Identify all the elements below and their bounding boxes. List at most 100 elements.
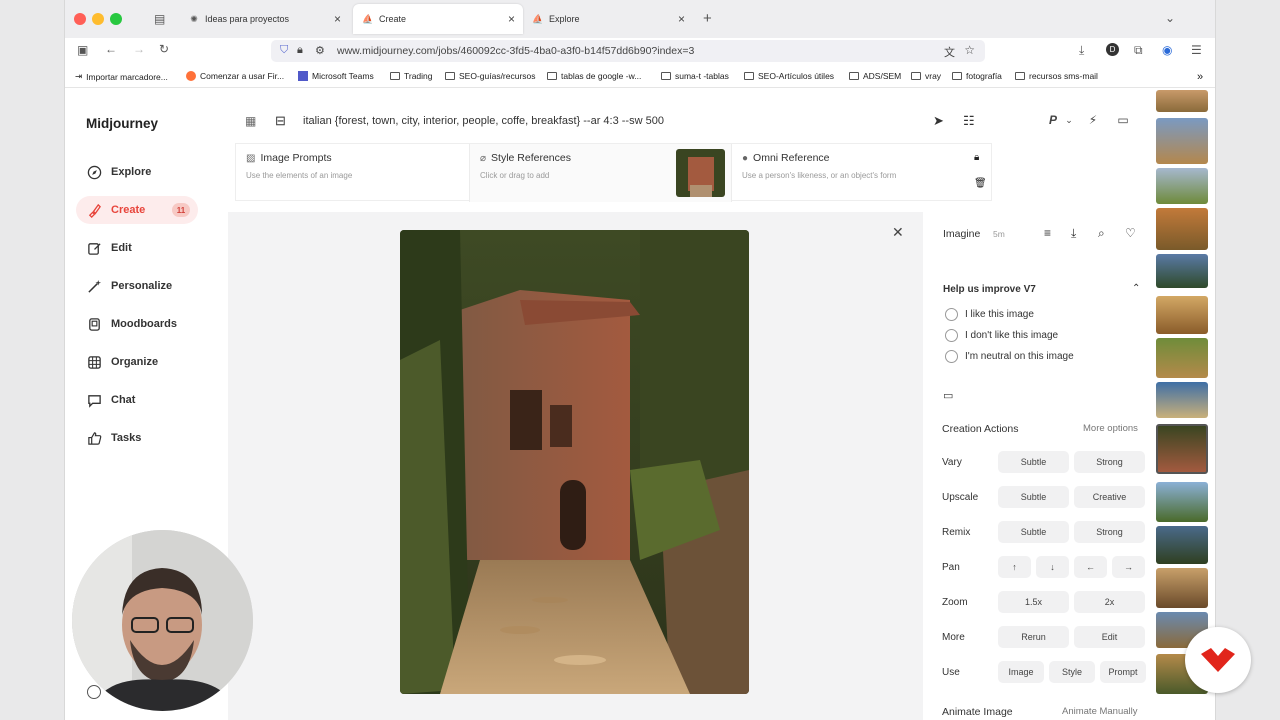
minimize-window-button[interactable] [92, 13, 104, 25]
star-icon[interactable]: ☆ [964, 43, 975, 57]
upscale-creative-button[interactable]: Creative [1074, 486, 1145, 508]
feedback-option[interactable]: I'm neutral on this image [965, 351, 1074, 362]
use-image-button[interactable]: Image [998, 661, 1044, 683]
history-thumbnail[interactable] [1156, 118, 1208, 164]
sidebar-item-explore[interactable]: Explore [76, 158, 198, 186]
layout-icon[interactable]: ▦ [245, 114, 256, 128]
remix-strong-button[interactable]: Strong [1074, 521, 1145, 543]
settings-sliders-icon[interactable]: ☷ [963, 113, 975, 129]
close-tab-icon[interactable]: × [508, 12, 515, 26]
chevron-up-icon[interactable]: ⌃ [1132, 283, 1140, 294]
sidebar-item-organize[interactable]: Organize [76, 348, 198, 376]
list-icon[interactable]: ≡ [1044, 226, 1051, 240]
prompt-input[interactable]: italian {forest, town, city, interior, p… [303, 115, 664, 127]
pan-down-button[interactable]: ↓ [1036, 556, 1069, 578]
remix-subtle-button[interactable]: Subtle [998, 521, 1069, 543]
zoom-2x-button[interactable]: 2x [1074, 591, 1145, 613]
sidebar-item-moodboards[interactable]: Moodboards [76, 310, 198, 338]
history-thumbnail[interactable] [1156, 296, 1208, 334]
back-icon[interactable]: ← [105, 42, 117, 56]
chat-bubble-icon[interactable]: ▭ [1114, 111, 1132, 129]
use-prompt-button[interactable]: Prompt [1100, 661, 1146, 683]
menu-icon[interactable]: ☰ [1191, 43, 1202, 57]
more-options-link[interactable]: More options [1083, 423, 1138, 434]
account-icon[interactable] [87, 685, 101, 699]
close-window-button[interactable] [74, 13, 86, 25]
forward-icon[interactable]: → [133, 42, 145, 56]
brand-title[interactable]: Midjourney [86, 116, 158, 131]
lightning-icon[interactable]: ⚡︎ [1084, 111, 1102, 129]
feedback-radio[interactable] [945, 308, 958, 321]
translate-icon[interactable]: 文 [944, 44, 955, 60]
zoom-1-5x-button[interactable]: 1.5x [998, 591, 1069, 613]
send-icon[interactable]: ➤ [933, 113, 944, 129]
feedback-radio[interactable] [945, 329, 958, 342]
bookmark-item[interactable]: Microsoft Teams [298, 71, 374, 81]
history-thumbnail[interactable] [1156, 482, 1208, 522]
animate-manually-link[interactable]: Animate Manually [1062, 706, 1138, 717]
sidebar-item-create[interactable]: Create 11 [76, 196, 198, 224]
history-thumbnail[interactable] [1156, 90, 1208, 112]
tab-create[interactable]: ⛵ Create × [353, 4, 523, 34]
lock-icon[interactable]: 🔒︎ [974, 152, 979, 163]
sidebar-item-edit[interactable]: Edit [76, 234, 198, 262]
bookmark-item[interactable]: ADS/SEM [849, 71, 901, 81]
bookmark-item[interactable]: fotografía [952, 71, 1002, 81]
download-icon[interactable]: ⤓ [1079, 43, 1084, 58]
feedback-option[interactable]: I don't like this image [965, 330, 1058, 341]
tab-ideas[interactable]: ✺ Ideas para proyectos × [179, 4, 349, 34]
bookmark-item[interactable]: tablas de google -w... [547, 71, 641, 81]
maximize-window-button[interactable] [110, 13, 122, 25]
history-thumbnail-selected[interactable] [1156, 424, 1208, 474]
history-thumbnail[interactable] [1156, 526, 1208, 564]
folder-icon[interactable]: ▭ [943, 389, 953, 402]
vary-subtle-button[interactable]: Subtle [998, 451, 1069, 473]
bookmark-item[interactable]: suma-t -tablas [661, 71, 729, 81]
bookmark-item[interactable]: vray [911, 71, 941, 81]
feedback-option[interactable]: I like this image [965, 309, 1034, 320]
sidebar-item-chat[interactable]: Chat [76, 386, 198, 414]
history-thumbnail[interactable] [1156, 338, 1208, 378]
bookmark-item[interactable]: recursos sms-mail [1015, 71, 1098, 81]
extension-icon[interactable]: ◉ [1162, 43, 1172, 57]
chevron-down-icon[interactable]: ⌄ [1060, 111, 1078, 129]
pan-left-button[interactable]: ← [1074, 556, 1107, 578]
tab-overview-icon[interactable]: ▤ [154, 12, 165, 26]
style-references-cell[interactable]: ⌀ Style References Click or drag to add [470, 144, 732, 202]
bookmark-item[interactable]: SEO-Artículos útiles [744, 71, 834, 81]
tab-explore[interactable]: ⛵ Explore × [523, 4, 693, 34]
search-icon[interactable]: ⌕ [1098, 226, 1105, 241]
bookmark-item[interactable]: ⇥ Importar marcadore... [75, 71, 168, 82]
sidebar-item-tasks[interactable]: Tasks [76, 424, 198, 452]
pan-right-button[interactable]: → [1112, 556, 1145, 578]
history-thumbnail[interactable] [1156, 382, 1208, 418]
download-icon[interactable]: ⤓ [1071, 226, 1076, 241]
upscale-subtle-button[interactable]: Subtle [998, 486, 1069, 508]
close-tab-icon[interactable]: × [334, 12, 341, 26]
image-prompts-cell[interactable]: ▨ Image Prompts Use the elements of an im… [236, 144, 470, 202]
new-tab-icon[interactable]: + [703, 10, 712, 27]
close-tab-icon[interactable]: × [678, 12, 685, 26]
rerun-button[interactable]: Rerun [998, 626, 1069, 648]
use-style-button[interactable]: Style [1049, 661, 1095, 683]
generated-image[interactable] [400, 230, 749, 694]
bookmark-item[interactable]: SEO-guías/recursos [445, 71, 536, 81]
omni-reference-cell[interactable]: ● Omni Reference Use a person's likeness,… [732, 144, 993, 202]
history-thumbnail[interactable] [1156, 208, 1208, 250]
close-icon[interactable]: ✕ [892, 224, 904, 241]
trash-icon[interactable]: 🗑︎ [974, 178, 987, 189]
history-thumbnail[interactable] [1156, 168, 1208, 204]
heart-icon[interactable]: ♡ [1125, 226, 1136, 240]
reload-icon[interactable]: ↻ [159, 42, 169, 56]
pan-up-button[interactable]: ↑ [998, 556, 1031, 578]
add-image-icon[interactable]: ⊟ [275, 113, 286, 129]
extensions-icon[interactable]: ⧉ [1134, 43, 1143, 58]
chevron-down-icon[interactable]: ⌄ [1165, 11, 1175, 25]
bookmark-item[interactable]: Comenzar a usar Fir... [186, 71, 284, 81]
style-reference-thumbnail[interactable] [676, 149, 725, 197]
bookmark-item[interactable]: Trading [390, 71, 433, 81]
sidebar-item-personalize[interactable]: Personalize [76, 272, 198, 300]
url-bar[interactable]: ⛉ 🔒︎ ⚙ www.midjourney.com/jobs/460092cc-… [271, 40, 985, 62]
more-bookmarks-icon[interactable]: » [1197, 71, 1203, 83]
history-thumbnail[interactable] [1156, 254, 1208, 288]
